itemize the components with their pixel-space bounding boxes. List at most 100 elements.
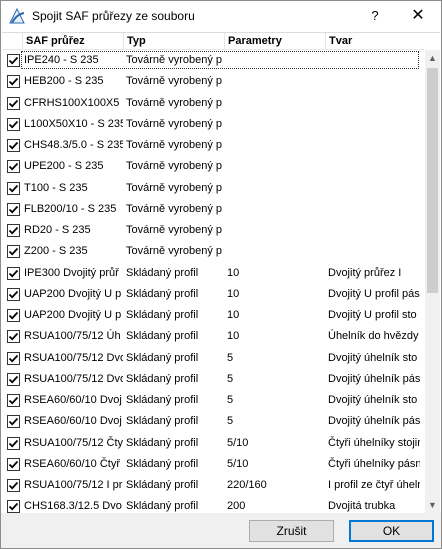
row-checkbox[interactable] (7, 75, 20, 89)
row-checkbox[interactable] (7, 351, 20, 365)
row-checkbox[interactable] (7, 287, 20, 301)
table-row[interactable]: RSUA100/75/12 Dvo Skládaný profil 5 Dvojitý… (2, 348, 424, 369)
table-row[interactable]: RSEA60/60/10 Dvoj Skládaný profil 5 Dvojitý… (2, 390, 424, 411)
help-button[interactable]: ? (360, 4, 390, 28)
row-checkbox[interactable] (7, 394, 20, 407)
column-header-shape[interactable]: Tvar (326, 33, 424, 49)
cell-parameters (227, 241, 325, 262)
row-checkbox[interactable] (7, 436, 20, 450)
row-checkbox[interactable] (7, 479, 20, 492)
row-checkbox[interactable] (7, 202, 20, 216)
table-row[interactable]: L100X50X10 - S 235 Továrně vyrobený p (2, 114, 424, 135)
table-row[interactable]: RSUA100/75/12 Dvo Skládaný profil 5 Dvojitý… (2, 369, 424, 390)
row-checkbox[interactable] (7, 117, 20, 131)
table-row[interactable]: UAP200 Dvojitý U p Skládaný profil 10 Dvoji… (2, 305, 424, 326)
cell-shape (328, 71, 420, 92)
cell-parameters: 10 (227, 330, 240, 343)
table-row[interactable]: T100 - S 235 Továrně vyrobený p (2, 178, 424, 199)
row-checkbox[interactable] (7, 266, 20, 280)
row-checkbox[interactable] (7, 54, 20, 67)
cell-type: Továrně vyrobený p (126, 96, 222, 109)
cell-type: Skládaný profil (126, 309, 199, 321)
row-checkbox[interactable] (7, 224, 20, 237)
dialog-footer: Zrušit OK (1, 513, 441, 548)
row-checkbox[interactable] (7, 457, 20, 471)
table-row[interactable]: CHS48.3/5.0 - S 235 Továrně vyrobený p (2, 135, 424, 156)
cell-saf-section: FLB200/10 - S 235 (24, 202, 117, 215)
scroll-up-icon[interactable]: ▲ (425, 50, 440, 67)
column-header-saf-section[interactable]: SAF průřez (23, 33, 124, 49)
row-checkbox[interactable] (7, 415, 20, 429)
column-header-parameters[interactable]: Parametry (225, 33, 326, 49)
cell-saf-section: IPE240 - S 235 (24, 54, 99, 66)
row-checkbox[interactable] (7, 372, 20, 386)
cell-parameters (227, 93, 325, 114)
cell-parameters (227, 220, 325, 241)
cell-type: Skládaný profil (126, 266, 199, 279)
cell-saf-section: Z200 - S 235 (24, 245, 88, 258)
cell-type: Továrně vyrobený p (126, 75, 222, 88)
cell-shape: Dvojitá trubka (328, 500, 396, 513)
table-row[interactable]: RSUA100/75/12 I pr Skládaný profil 220/160… (2, 475, 424, 496)
table-row[interactable]: IPE300 Dvojitý průř Skládaný profil 10 Dvoj… (2, 263, 424, 284)
cell-parameters (227, 114, 325, 135)
table-row[interactable]: IPE240 - S 235 Továrně vyrobený p (2, 50, 424, 71)
cell-shape (328, 93, 420, 114)
row-checkbox[interactable] (7, 96, 20, 110)
cell-parameters: 10 (227, 287, 240, 300)
cell-parameters: 5/10 (227, 457, 249, 470)
row-checkbox[interactable] (7, 330, 20, 344)
window-title: Spojit SAF průřezy ze souboru (32, 9, 195, 23)
table-row[interactable]: CFRHS100X100X5 - Továrně vyrobený p (2, 93, 424, 114)
cell-type: Továrně vyrobený p (126, 54, 222, 66)
cell-saf-section: RD20 - S 235 (24, 224, 91, 236)
cell-saf-section: RSUA100/75/12 Úh (24, 330, 121, 343)
row-checkbox[interactable] (7, 181, 20, 195)
table-row[interactable]: HEB200 - S 235 Továrně vyrobený p (2, 71, 424, 92)
cell-type: Skládaný profil (126, 330, 199, 343)
table-row[interactable]: RD20 - S 235 Továrně vyrobený p (2, 220, 424, 241)
cell-saf-section: RSUA100/75/12 Dvo (24, 351, 123, 364)
cell-saf-section: IPE300 Dvojitý průř (24, 266, 119, 279)
cell-saf-section: RSEA60/60/10 Dvoj (24, 415, 122, 428)
table-row[interactable]: RSEA60/60/10 Dvoj Skládaný profil 5 Dvojitý… (2, 411, 424, 432)
cell-shape: Čtyři úhelníky pásn (328, 457, 420, 470)
cell-type: Továrně vyrobený p (126, 181, 222, 194)
table-row[interactable]: UAP200 Dvojitý U p Skládaný profil 10 Dvoji… (2, 284, 424, 305)
cell-saf-section: CHS48.3/5.0 - S 235 (24, 139, 123, 151)
row-checkbox[interactable] (7, 500, 20, 514)
cell-parameters (227, 178, 325, 199)
cell-parameters (227, 135, 325, 156)
cell-type: Továrně vyrobený p (126, 139, 222, 151)
ok-button[interactable]: OK (349, 520, 434, 542)
cell-type: Skládaný profil (126, 415, 199, 428)
cell-saf-section: UAP200 Dvojitý U p (24, 309, 122, 321)
row-checkbox[interactable] (7, 160, 20, 174)
table-row[interactable]: RSEA60/60/10 Čtyř Skládaný profil 5/10 Čtyř… (2, 454, 424, 475)
table-row[interactable]: RSUA100/75/12 Úh Skládaný profil 10 Úhelník… (2, 326, 424, 347)
row-checkbox[interactable] (7, 245, 20, 259)
cell-shape: Dvojitý úhelník sto (328, 394, 418, 406)
table-row[interactable]: Z200 - S 235 Továrně vyrobený p (2, 241, 424, 262)
cell-type: Továrně vyrobený p (126, 224, 222, 236)
title-bar[interactable]: Spojit SAF průřezy ze souboru ? ✕ (1, 1, 441, 32)
cancel-button[interactable]: Zrušit (249, 520, 334, 542)
cell-parameters: 5 (227, 415, 234, 428)
close-button[interactable]: ✕ (401, 4, 435, 28)
table-row[interactable]: FLB200/10 - S 235 Továrně vyrobený p (2, 199, 424, 220)
table-row[interactable]: UPE200 - S 235 Továrně vyrobený p (2, 156, 424, 177)
cell-saf-section: T100 - S 235 (24, 181, 88, 194)
cell-type: Skládaný profil (126, 436, 199, 449)
cell-saf-section: CHS168.3/12.5 Dvo (24, 500, 122, 513)
table-row[interactable]: RSUA100/75/12 Čty Skládaný profil 5/10 Čtyř… (2, 433, 424, 454)
cell-shape (328, 50, 420, 71)
cell-saf-section: HEB200 - S 235 (24, 75, 104, 88)
cell-parameters (227, 156, 325, 177)
scrollbar-thumb[interactable] (427, 68, 438, 293)
row-checkbox[interactable] (7, 139, 20, 152)
column-header-type[interactable]: Typ (124, 33, 225, 49)
vertical-scrollbar[interactable]: ▲ ▼ (425, 50, 440, 514)
scroll-down-icon[interactable]: ▼ (425, 497, 440, 514)
row-checkbox[interactable] (7, 309, 20, 322)
table-row[interactable]: CHS168.3/12.5 Dvo Skládaný profil 200 Dvoji… (2, 496, 424, 514)
